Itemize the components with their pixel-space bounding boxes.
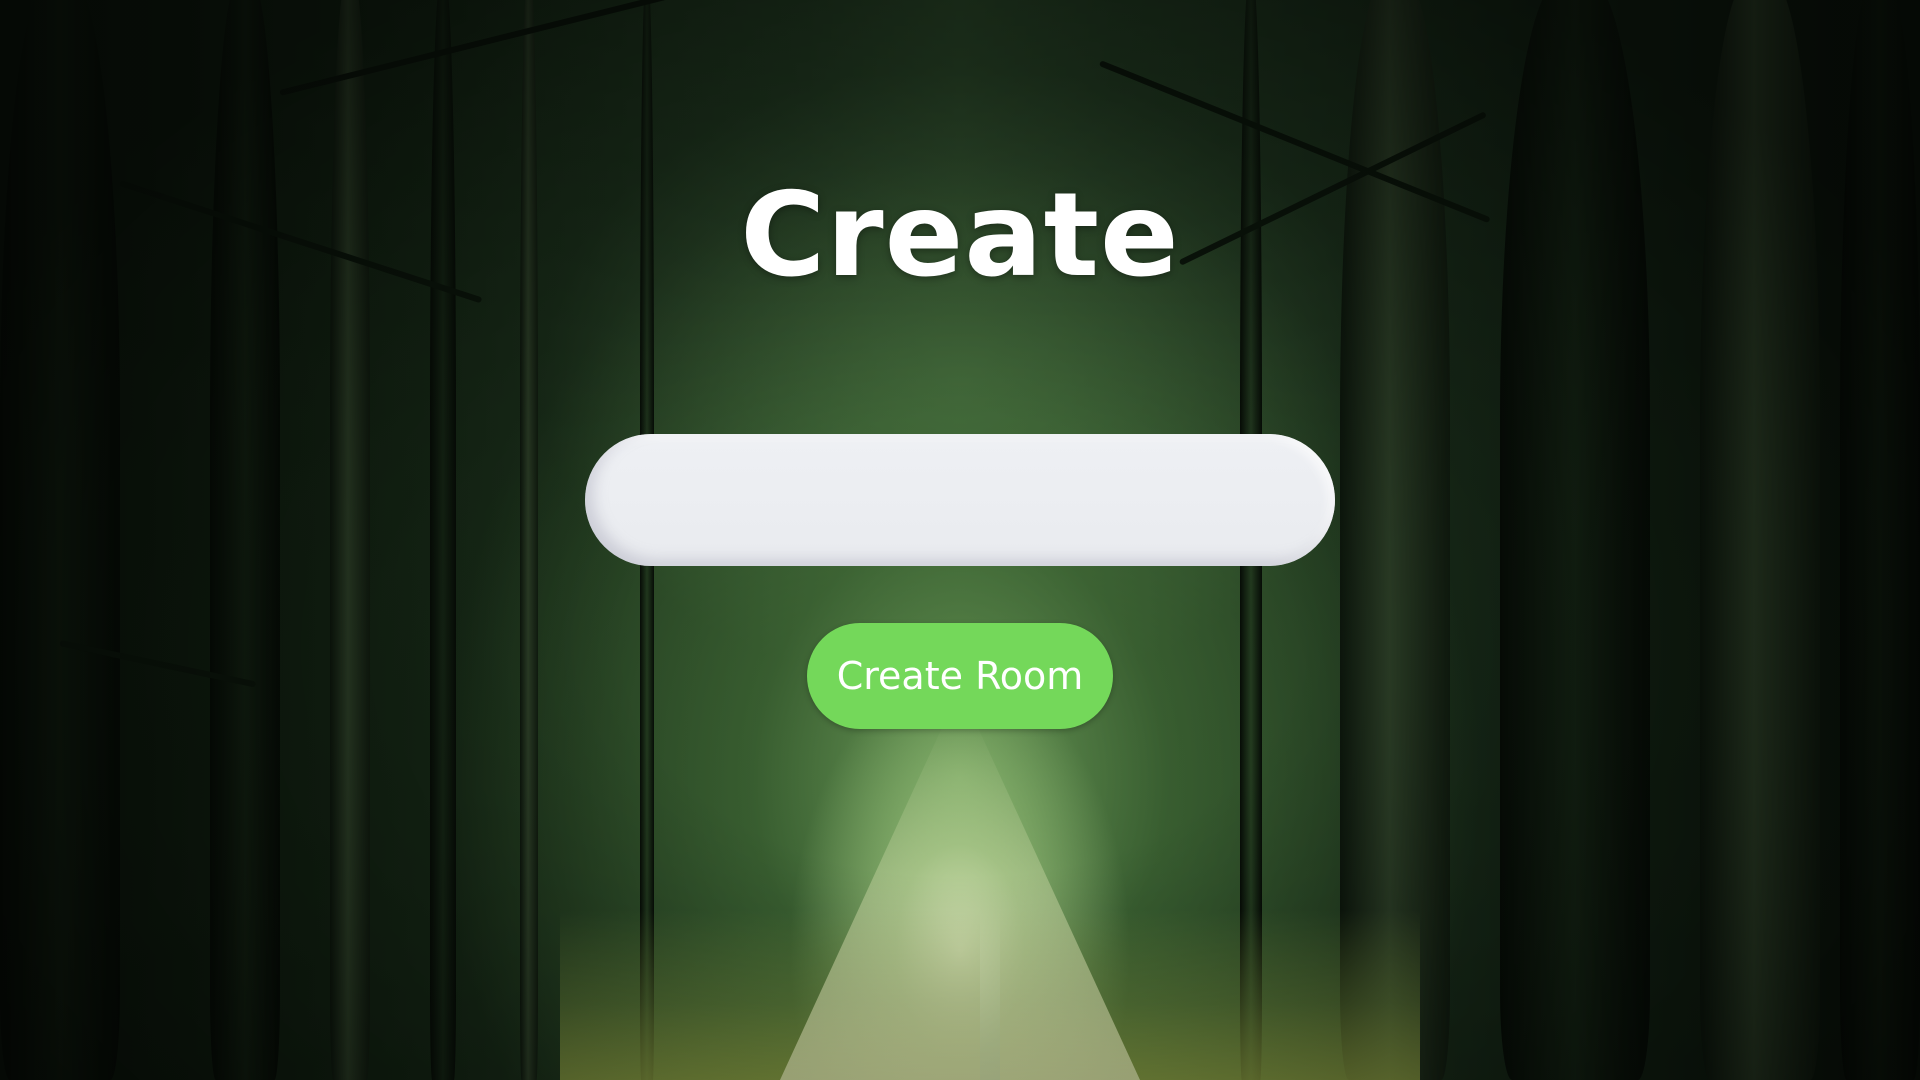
- room-name-input[interactable]: [585, 434, 1335, 566]
- page-title: Create: [740, 167, 1180, 303]
- create-room-button[interactable]: Create Room: [807, 623, 1113, 729]
